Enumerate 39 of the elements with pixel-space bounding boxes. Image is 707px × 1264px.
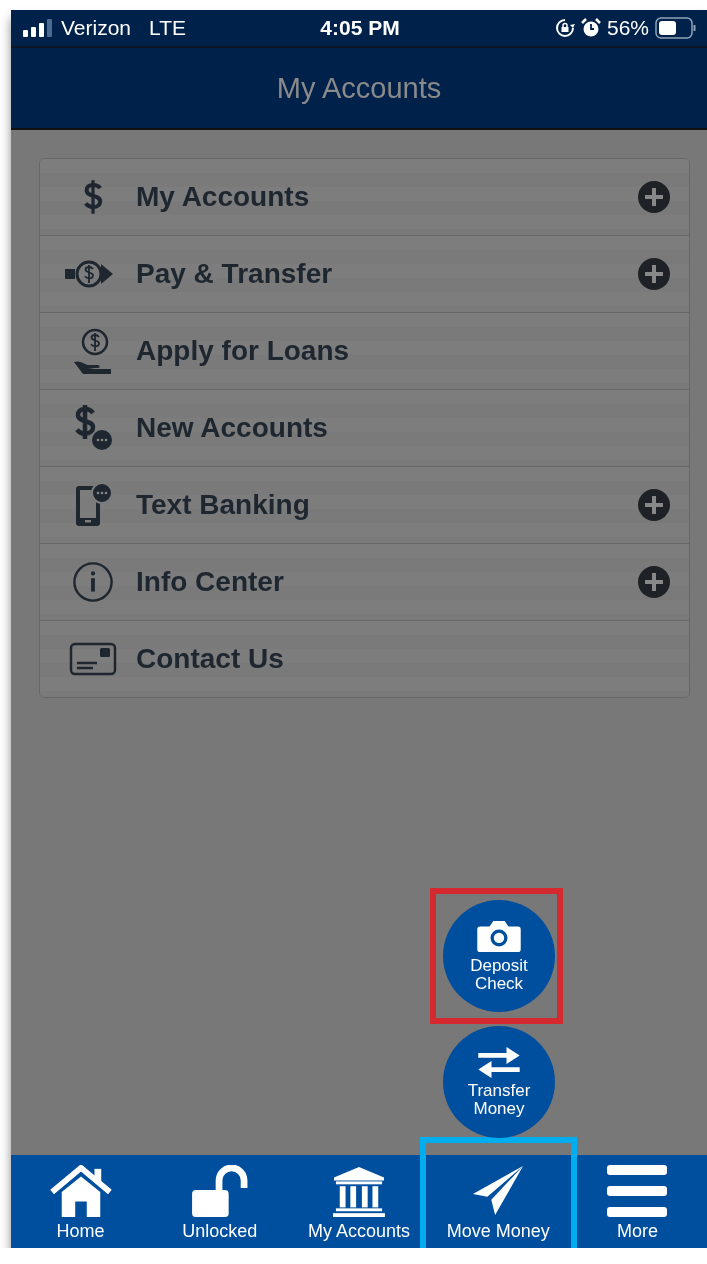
camera-icon: [476, 919, 522, 953]
menu-label: My Accounts: [136, 181, 311, 213]
tab-bar-button[interactable]: My Accounts: [306, 1155, 413, 1248]
clock-time: 4:05 PM: [320, 16, 400, 40]
menu-label: Text Banking: [136, 489, 311, 521]
screen-title: My Accounts: [276, 71, 442, 105]
menu-label: Info Center: [136, 566, 285, 598]
alarm-clock-icon: [580, 18, 601, 38]
paper-plane-icon: [472, 1165, 525, 1217]
expand-plus-icon[interactable]: [637, 565, 671, 599]
info-icon: [72, 561, 114, 603]
menu-icon: [607, 1165, 668, 1217]
contact-card-icon: [69, 642, 117, 676]
battery-icon: [655, 17, 697, 39]
battery-percent: 56%: [606, 16, 649, 40]
menu-label: Contact Us: [136, 643, 285, 675]
house-icon: [49, 1165, 112, 1217]
menu-label: Pay & Transfer: [136, 258, 334, 290]
hand-coin-icon: [73, 328, 113, 374]
tab-bar-button[interactable]: More: [605, 1155, 670, 1248]
signal-icon: [23, 19, 53, 37]
swap-arrows-icon: [476, 1046, 522, 1078]
carrier-name: Verizon: [61, 16, 132, 40]
phone-chat-icon: [73, 482, 113, 528]
tab-bar-button[interactable]: Move Money: [444, 1155, 552, 1248]
bank-building-icon: [332, 1167, 386, 1217]
tab-bar-button[interactable]: Unlocked: [180, 1155, 260, 1248]
rotation-lock-icon: [554, 18, 575, 38]
menu-label: Apply for Loans: [136, 335, 351, 367]
dollar-sign-icon: [81, 177, 105, 217]
expand-plus-icon[interactable]: [637, 180, 671, 214]
tab-bar-button[interactable]: Home: [47, 1155, 114, 1248]
menu-item[interactable]: Contact Us: [40, 620, 689, 697]
open-padlock-icon: [189, 1165, 250, 1217]
network-type: LTE: [149, 16, 186, 40]
dollar-chat-icon: [73, 405, 113, 451]
expand-plus-icon[interactable]: [637, 488, 671, 522]
expand-plus-icon[interactable]: [637, 257, 671, 291]
menu-label: New Accounts: [136, 412, 329, 444]
